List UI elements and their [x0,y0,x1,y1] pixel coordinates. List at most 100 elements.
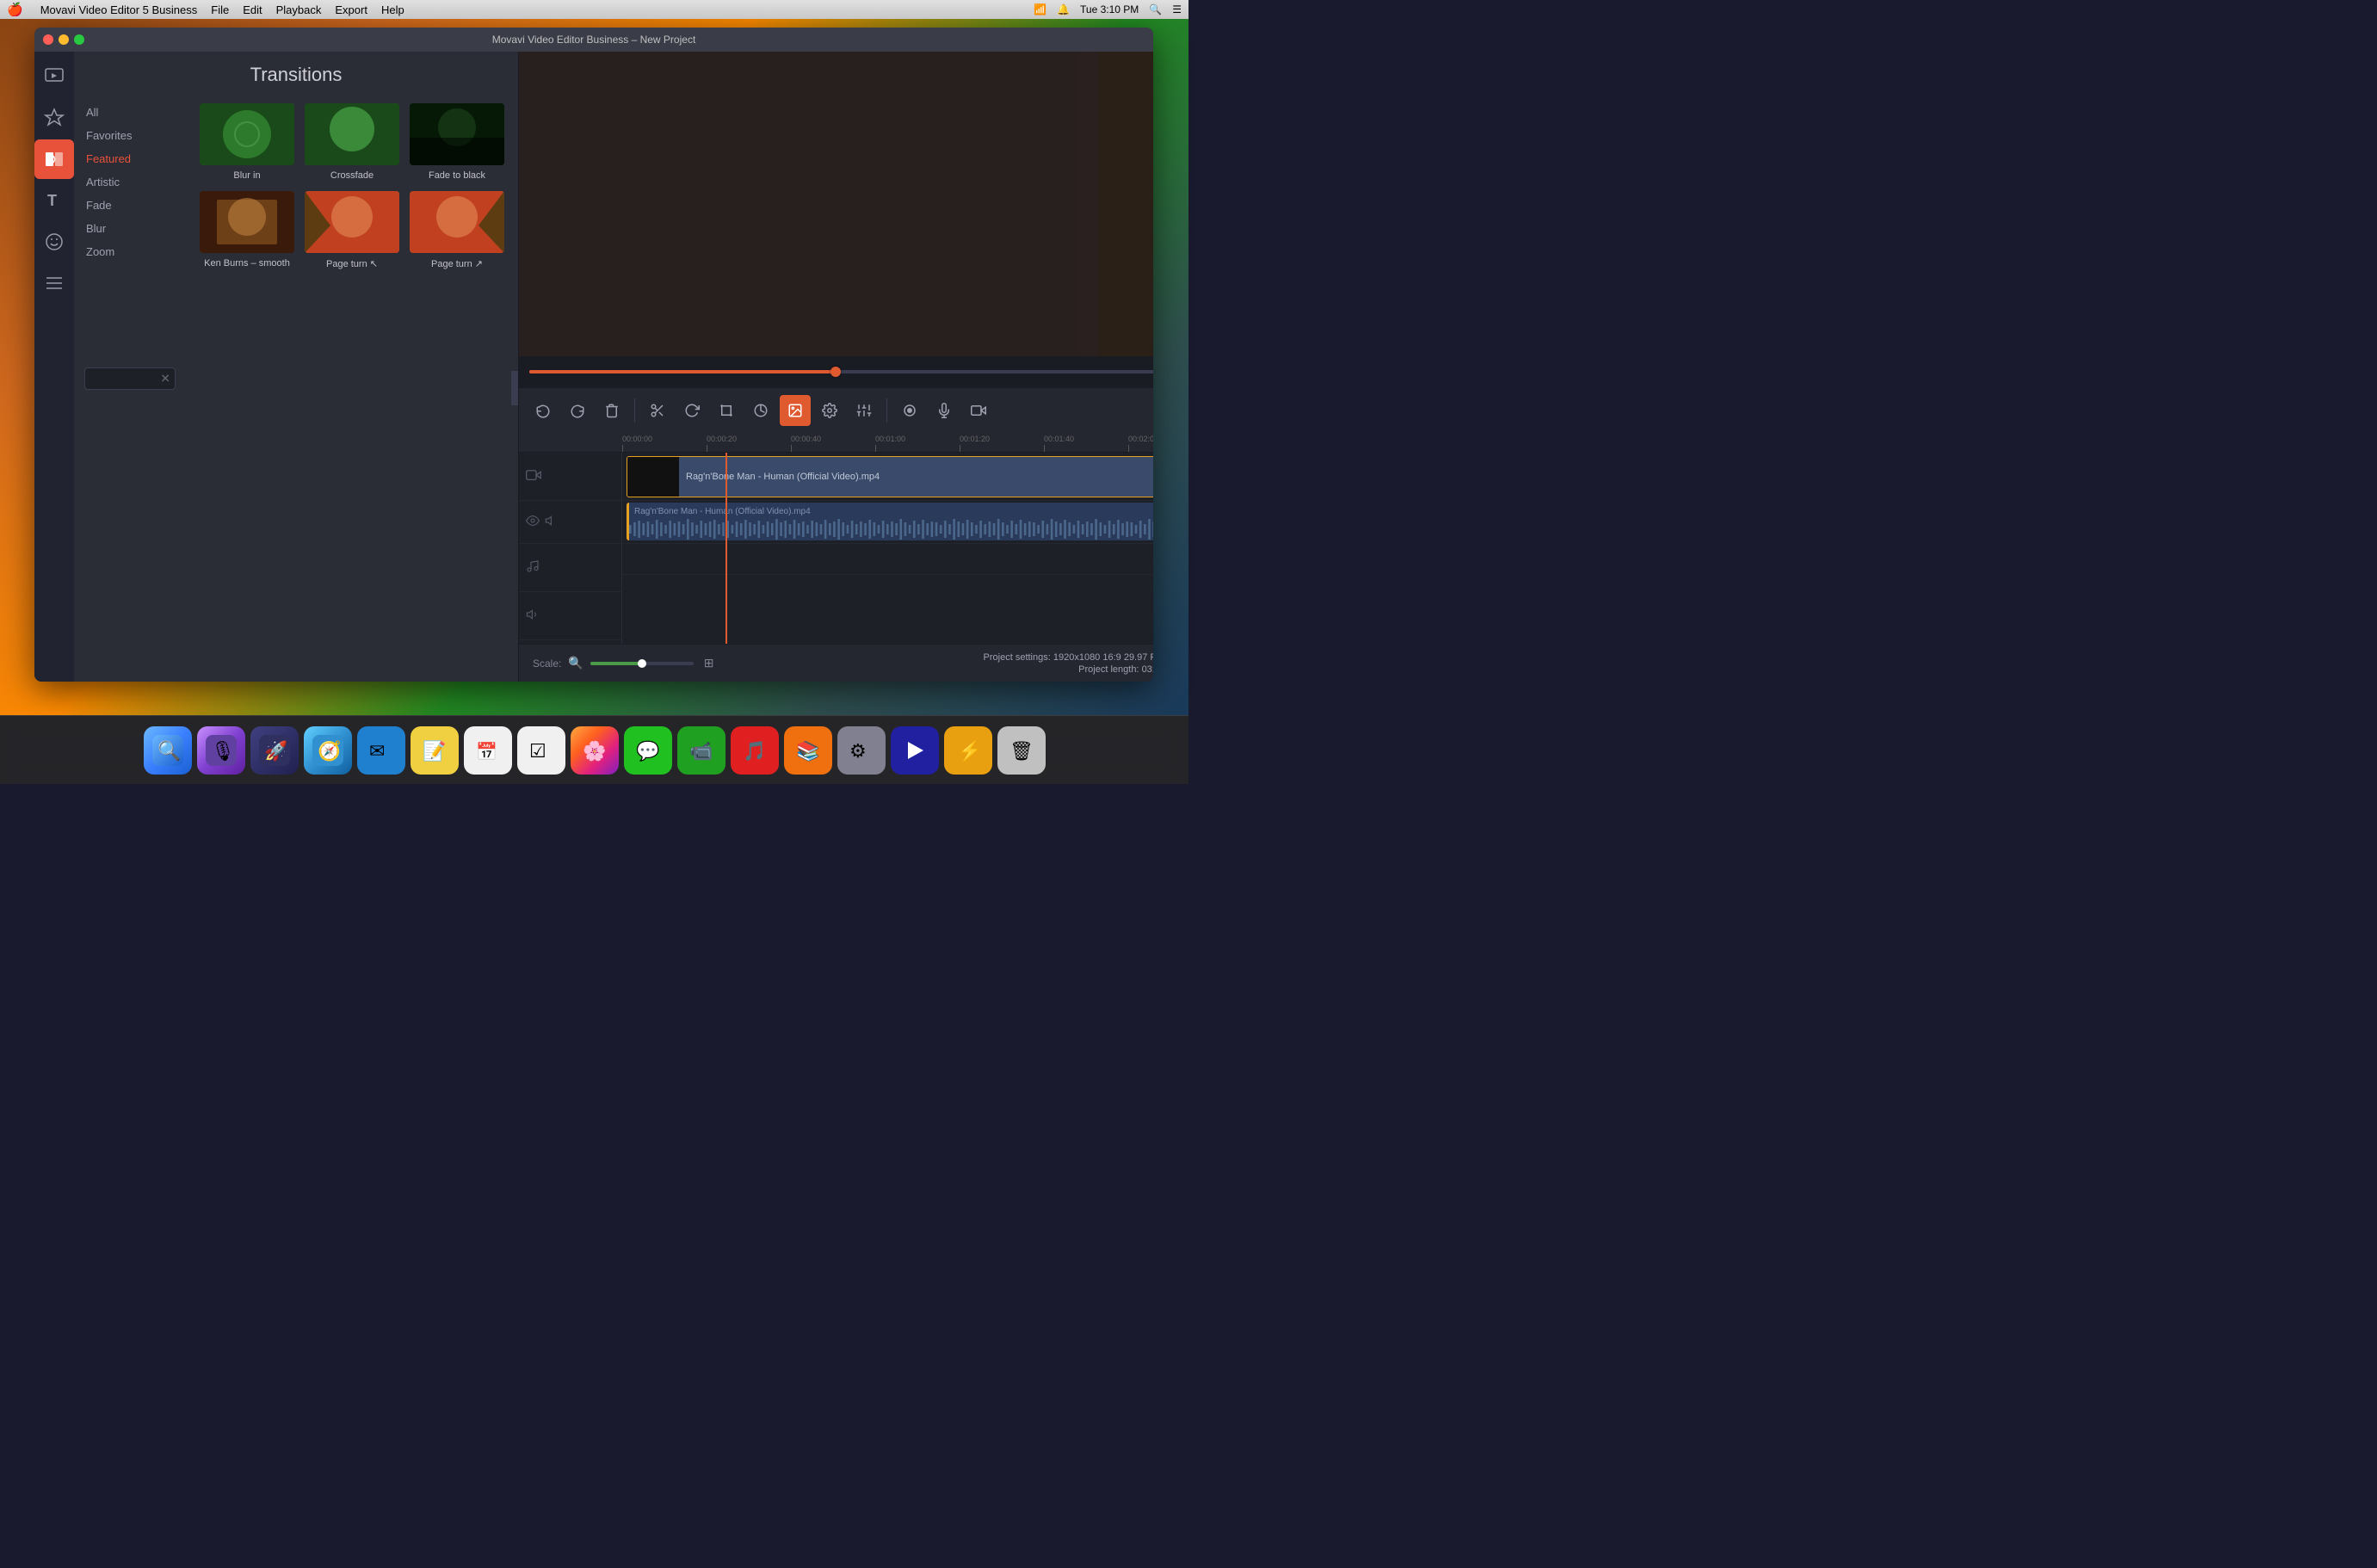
dock-music[interactable]: 🎵 [731,726,779,775]
timeline-tracks: Rag'n'Bone Man - Human (Official Video).… [519,453,1153,644]
window-title: Movavi Video Editor Business – New Proje… [492,34,696,46]
scale-slider[interactable] [590,662,694,665]
dock-sysprefs[interactable]: ⚙ [837,726,886,775]
redo-button[interactable] [562,395,593,426]
sidebar-icon-timeline[interactable] [34,263,74,303]
transition-page-turn-left[interactable]: Page turn ↖ [305,191,399,269]
transition-fade-black[interactable]: Fade to black [410,103,504,181]
dock-siri[interactable]: 🎙 [197,726,245,775]
ruler-marks: 00:00:00 00:00:20 00:00:40 00:01:00 00:0… [622,432,1153,452]
dock-launchpad[interactable]: 🚀 [250,726,299,775]
dock-mail[interactable]: ✉ [357,726,405,775]
mic-button[interactable] [929,395,960,426]
color-button[interactable] [745,395,776,426]
minimize-button[interactable] [59,34,69,45]
project-length-value: 03:17 [1142,664,1153,675]
dock-messages[interactable]: 💬 [624,726,672,775]
audio-clip[interactable]: Rag'n'Bone Man - Human (Official Video).… [627,503,1153,540]
transition-thumb-blur-in [200,103,294,165]
menu-export[interactable]: Export [335,3,367,16]
dock-photos[interactable]: 🌸 [571,726,619,775]
progress-bar[interactable] [529,370,1153,373]
rotate-button[interactable] [676,395,707,426]
dock-thunder[interactable]: ⚡ [944,726,992,775]
toolbar-separator-1 [634,398,635,423]
transition-thumb-crossfade [305,103,399,165]
search-icon[interactable]: 🔍 [1149,3,1162,15]
maximize-button[interactable] [74,34,84,45]
delete-button[interactable] [596,395,627,426]
transition-thumb-fade-black [410,103,504,165]
zoom-out-icon[interactable]: 🔍 [568,656,583,670]
webcam-button[interactable] [963,395,994,426]
left-sidebar: T [34,52,74,682]
settings-button[interactable] [814,395,845,426]
preview-area: 00:00:25.558 ⏮ ▶ ⏭ [519,52,1153,682]
dock-trash[interactable]: 🗑 [997,726,1046,775]
transitions-grid-wrapper: Blur in [186,95,518,682]
sidebar-icon-media[interactable] [34,57,74,96]
video-clip[interactable]: Rag'n'Bone Man - Human (Official Video).… [627,456,1153,497]
transition-blur-in[interactable]: Blur in [200,103,294,181]
transition-ken-burns[interactable]: Ken Burns – smooth [200,191,294,269]
transition-crossfade[interactable]: Crossfade [305,103,399,181]
ruler-mark-2: 00:00:40 [791,435,875,452]
cut-button[interactable] [642,395,673,426]
apple-menu[interactable]: 🍎 [7,2,23,17]
category-fade[interactable]: Fade [74,194,186,216]
svg-text:🌸: 🌸 [583,740,606,762]
track-labels [519,453,622,644]
menu-edit[interactable]: Edit [243,3,262,16]
search-clear-icon[interactable]: ✕ [160,372,170,386]
sidebar-icon-effects[interactable] [34,98,74,138]
scale-control: Scale: 🔍 ⊞ [533,656,714,670]
project-settings-value: 1920x1080 16:9 29.97 FPS, 44100 Hz Stere… [1053,652,1153,663]
sidebar-icon-titles[interactable]: T [34,181,74,220]
menu-help[interactable]: Help [381,3,404,16]
toolbar: 00:00:25.558 ⏮ ▶ ⏭ [519,387,1153,432]
scale-handle[interactable] [638,659,646,668]
ruler-mark-0: 00:00:00 [622,435,707,452]
preview-video [519,52,1153,356]
category-all[interactable]: All [74,102,186,123]
dock-movavi[interactable] [891,726,939,775]
category-zoom[interactable]: Zoom [74,241,186,262]
menu-bar-right: 📶 🔔 Tue 3:10 PM 🔍 ☰ [1034,3,1182,15]
collapse-panel-button[interactable]: ‹ [511,371,518,405]
menu-playback[interactable]: Playback [276,3,322,16]
category-favorites[interactable]: Favorites [74,125,186,146]
progress-handle[interactable] [830,367,841,377]
dock-notes[interactable]: 📝 [411,726,459,775]
menu-bar: 🍎 Movavi Video Editor 5 Business File Ed… [0,0,1188,19]
control-icon[interactable]: ☰ [1172,3,1182,15]
dock-calendar[interactable]: 📅 [464,726,512,775]
sidebar-icon-stickers[interactable] [34,222,74,262]
category-artistic[interactable]: Artistic [74,171,186,193]
dock-finder[interactable]: 🔍 [144,726,192,775]
menu-app-name[interactable]: Movavi Video Editor 5 Business [40,3,198,16]
dock-books[interactable]: 📚 [784,726,832,775]
dock-facetime[interactable]: 📹 [677,726,725,775]
menu-file[interactable]: File [211,3,229,16]
transition-page-turn-right[interactable]: Page turn ↗ [410,191,504,269]
dock-reminders[interactable]: ☑ [517,726,565,775]
video-track: Rag'n'Bone Man - Human (Official Video).… [622,453,1153,501]
mixer-button[interactable] [849,395,880,426]
svg-text:🔍: 🔍 [157,738,181,762]
desktop: Movavi Video Editor Business – New Proje… [0,19,1188,715]
close-button[interactable] [43,34,53,45]
record-button[interactable] [894,395,925,426]
sidebar-icon-transitions[interactable] [34,139,74,179]
svg-text:📹: 📹 [689,740,713,762]
project-length-line: Project length: 03:17 [1078,664,1153,675]
status-bar: Scale: 🔍 ⊞ Project settings: 1920 [519,644,1153,682]
audio-icon[interactable] [545,514,559,530]
crop-button[interactable] [711,395,742,426]
category-featured[interactable]: Featured [74,148,186,170]
dock-safari[interactable]: 🧭 [304,726,352,775]
eye-icon[interactable] [526,514,540,530]
image-button[interactable] [780,395,811,426]
category-blur[interactable]: Blur [74,218,186,239]
undo-button[interactable] [528,395,559,426]
zoom-in-icon[interactable]: ⊞ [704,656,714,670]
